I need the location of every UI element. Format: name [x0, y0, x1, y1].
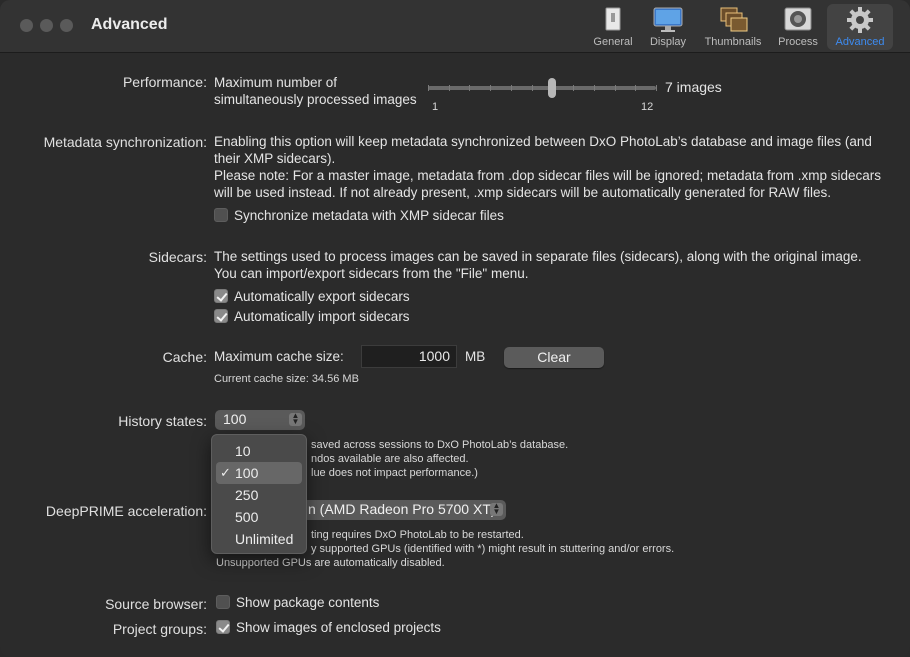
cache-size-input[interactable]: 1000: [361, 345, 457, 368]
menu-item-10[interactable]: 10: [216, 440, 302, 462]
performance-description-line2: simultaneously processed images: [214, 92, 417, 107]
show-package-contents-checkbox[interactable]: [216, 595, 230, 609]
sidecars-label: Sidecars:: [148, 249, 207, 265]
history-description-line2: ndos available are also affected.: [311, 453, 469, 465]
zoom-window-button[interactable]: [60, 19, 73, 32]
max-cache-size-label: Maximum cache size:: [214, 349, 344, 364]
deepprime-label: DeepPRIME acceleration:: [45, 503, 207, 519]
export-sidecars-checkbox[interactable]: [214, 289, 228, 303]
show-enclosed-projects-label[interactable]: Show images of enclosed projects: [236, 620, 441, 635]
tab-display-label: Display: [649, 36, 687, 48]
metadata-description-line4: will be used instead. If not already pre…: [214, 185, 832, 200]
gear-icon: [847, 7, 873, 33]
slider-tick: [531, 85, 533, 91]
tab-advanced-label: Advanced: [835, 36, 885, 48]
tab-process[interactable]: Process: [775, 4, 821, 50]
sync-xmp-checkbox-label[interactable]: Synchronize metadata with XMP sidecar fi…: [234, 208, 504, 223]
slider-tick: [490, 85, 492, 91]
slider-value-label: 7 images: [665, 79, 722, 95]
tab-display[interactable]: Display: [645, 4, 691, 50]
tab-general-label: General: [593, 36, 633, 48]
preferences-window: Advanced General Display Thumbnails Proc…: [0, 0, 910, 657]
slider-max-label: 12: [641, 101, 654, 113]
tab-advanced[interactable]: Advanced: [827, 4, 893, 50]
advanced-preferences-panel: Performance: Maximum number of simultane…: [0, 53, 910, 657]
minimize-window-button[interactable]: [40, 19, 53, 32]
metadata-description-line1: Enabling this option will keep metadata …: [214, 134, 872, 149]
checkmark-icon: ✓: [220, 465, 231, 480]
sidecars-description-line2: You can import/export sidecars from the …: [214, 266, 529, 281]
deepprime-value: n (AMD Radeon Pro 5700 XT): [308, 501, 496, 517]
sync-xmp-checkbox[interactable]: [214, 208, 228, 222]
deepprime-description-line1: ting requires DxO PhotoLab to be restart…: [311, 529, 524, 541]
tab-process-label: Process: [778, 36, 818, 48]
slider-tick: [469, 85, 471, 91]
general-icon: [605, 7, 621, 31]
source-browser-label: Source browser:: [105, 596, 207, 612]
tab-thumbnails[interactable]: Thumbnails: [700, 4, 766, 50]
menu-item-label: 500: [235, 509, 259, 525]
slider-tick: [614, 85, 616, 91]
clear-cache-button[interactable]: Clear: [504, 347, 604, 368]
popup-stepper-icon: ▲ ▼: [490, 502, 503, 516]
process-icon: [784, 7, 812, 31]
export-sidecars-label[interactable]: Automatically export sidecars: [234, 289, 410, 304]
current-cache-size: Current cache size: 34.56 MB: [214, 373, 359, 385]
window-title: Advanced: [91, 16, 168, 33]
close-window-button[interactable]: [20, 19, 33, 32]
show-enclosed-projects-checkbox[interactable]: [216, 620, 230, 634]
slider-tick: [573, 85, 575, 91]
show-package-contents-label[interactable]: Show package contents: [236, 595, 379, 610]
import-sidecars-label[interactable]: Automatically import sidecars: [234, 309, 410, 324]
metadata-description-line2: their XMP sidecars).: [214, 151, 336, 166]
cache-unit-label: MB: [465, 349, 486, 364]
sidecars-description-line1: The settings used to process images can …: [214, 249, 862, 264]
menu-item-label: 10: [235, 443, 251, 459]
history-states-menu: 10 ✓ 100 250 500 Unlimited: [211, 434, 307, 554]
thumbnails-icon: [720, 7, 748, 32]
tab-general[interactable]: General: [590, 4, 636, 50]
slider-track: [428, 86, 656, 90]
slider-tick: [656, 85, 657, 91]
menu-item-500[interactable]: 500: [216, 506, 302, 528]
display-icon: [653, 7, 683, 32]
menu-item-label: Unlimited: [235, 531, 294, 547]
slider-tick: [593, 85, 595, 91]
tab-thumbnails-label: Thumbnails: [704, 36, 762, 48]
metadata-description-line3: Please note: For a master image, metadat…: [214, 168, 882, 183]
performance-description-line1: Maximum number of: [214, 75, 338, 90]
slider-tick: [635, 85, 637, 91]
deepprime-description-line3: Unsupported GPUs are automatically disab…: [216, 557, 445, 569]
slider-tick: [428, 85, 429, 91]
menu-item-label: 250: [235, 487, 259, 503]
menu-item-label: 100: [235, 465, 259, 481]
deepprime-popup[interactable]: n (AMD Radeon Pro 5700 XT) ▲ ▼: [300, 500, 506, 520]
history-states-popup[interactable]: 100 ▲ ▼: [215, 410, 305, 430]
slider-thumb[interactable]: [548, 78, 557, 98]
history-states-value: 100: [223, 411, 247, 427]
menu-item-250[interactable]: 250: [216, 484, 302, 506]
history-description-line1: saved across sessions to DxO PhotoLab’s …: [311, 439, 569, 451]
processed-images-slider[interactable]: [428, 77, 657, 99]
metadata-sync-label: Metadata synchronization:: [43, 134, 207, 150]
history-description-line3: lue does not impact performance.): [311, 467, 478, 479]
title-bar: Advanced General Display Thumbnails Proc…: [0, 0, 910, 53]
cache-label: Cache:: [162, 349, 207, 365]
project-groups-label: Project groups:: [112, 621, 207, 637]
deepprime-description-line2: y supported GPUs (identified with *) mig…: [311, 543, 675, 555]
slider-tick: [448, 85, 450, 91]
performance-label: Performance:: [122, 74, 207, 90]
popup-stepper-icon: ▲ ▼: [289, 412, 302, 426]
menu-item-100[interactable]: ✓ 100: [216, 462, 302, 484]
menu-item-unlimited[interactable]: Unlimited: [216, 528, 302, 550]
history-states-label: History states:: [118, 413, 207, 429]
slider-min-label: 1: [432, 101, 439, 113]
import-sidecars-checkbox[interactable]: [214, 309, 228, 323]
slider-tick: [510, 85, 512, 91]
